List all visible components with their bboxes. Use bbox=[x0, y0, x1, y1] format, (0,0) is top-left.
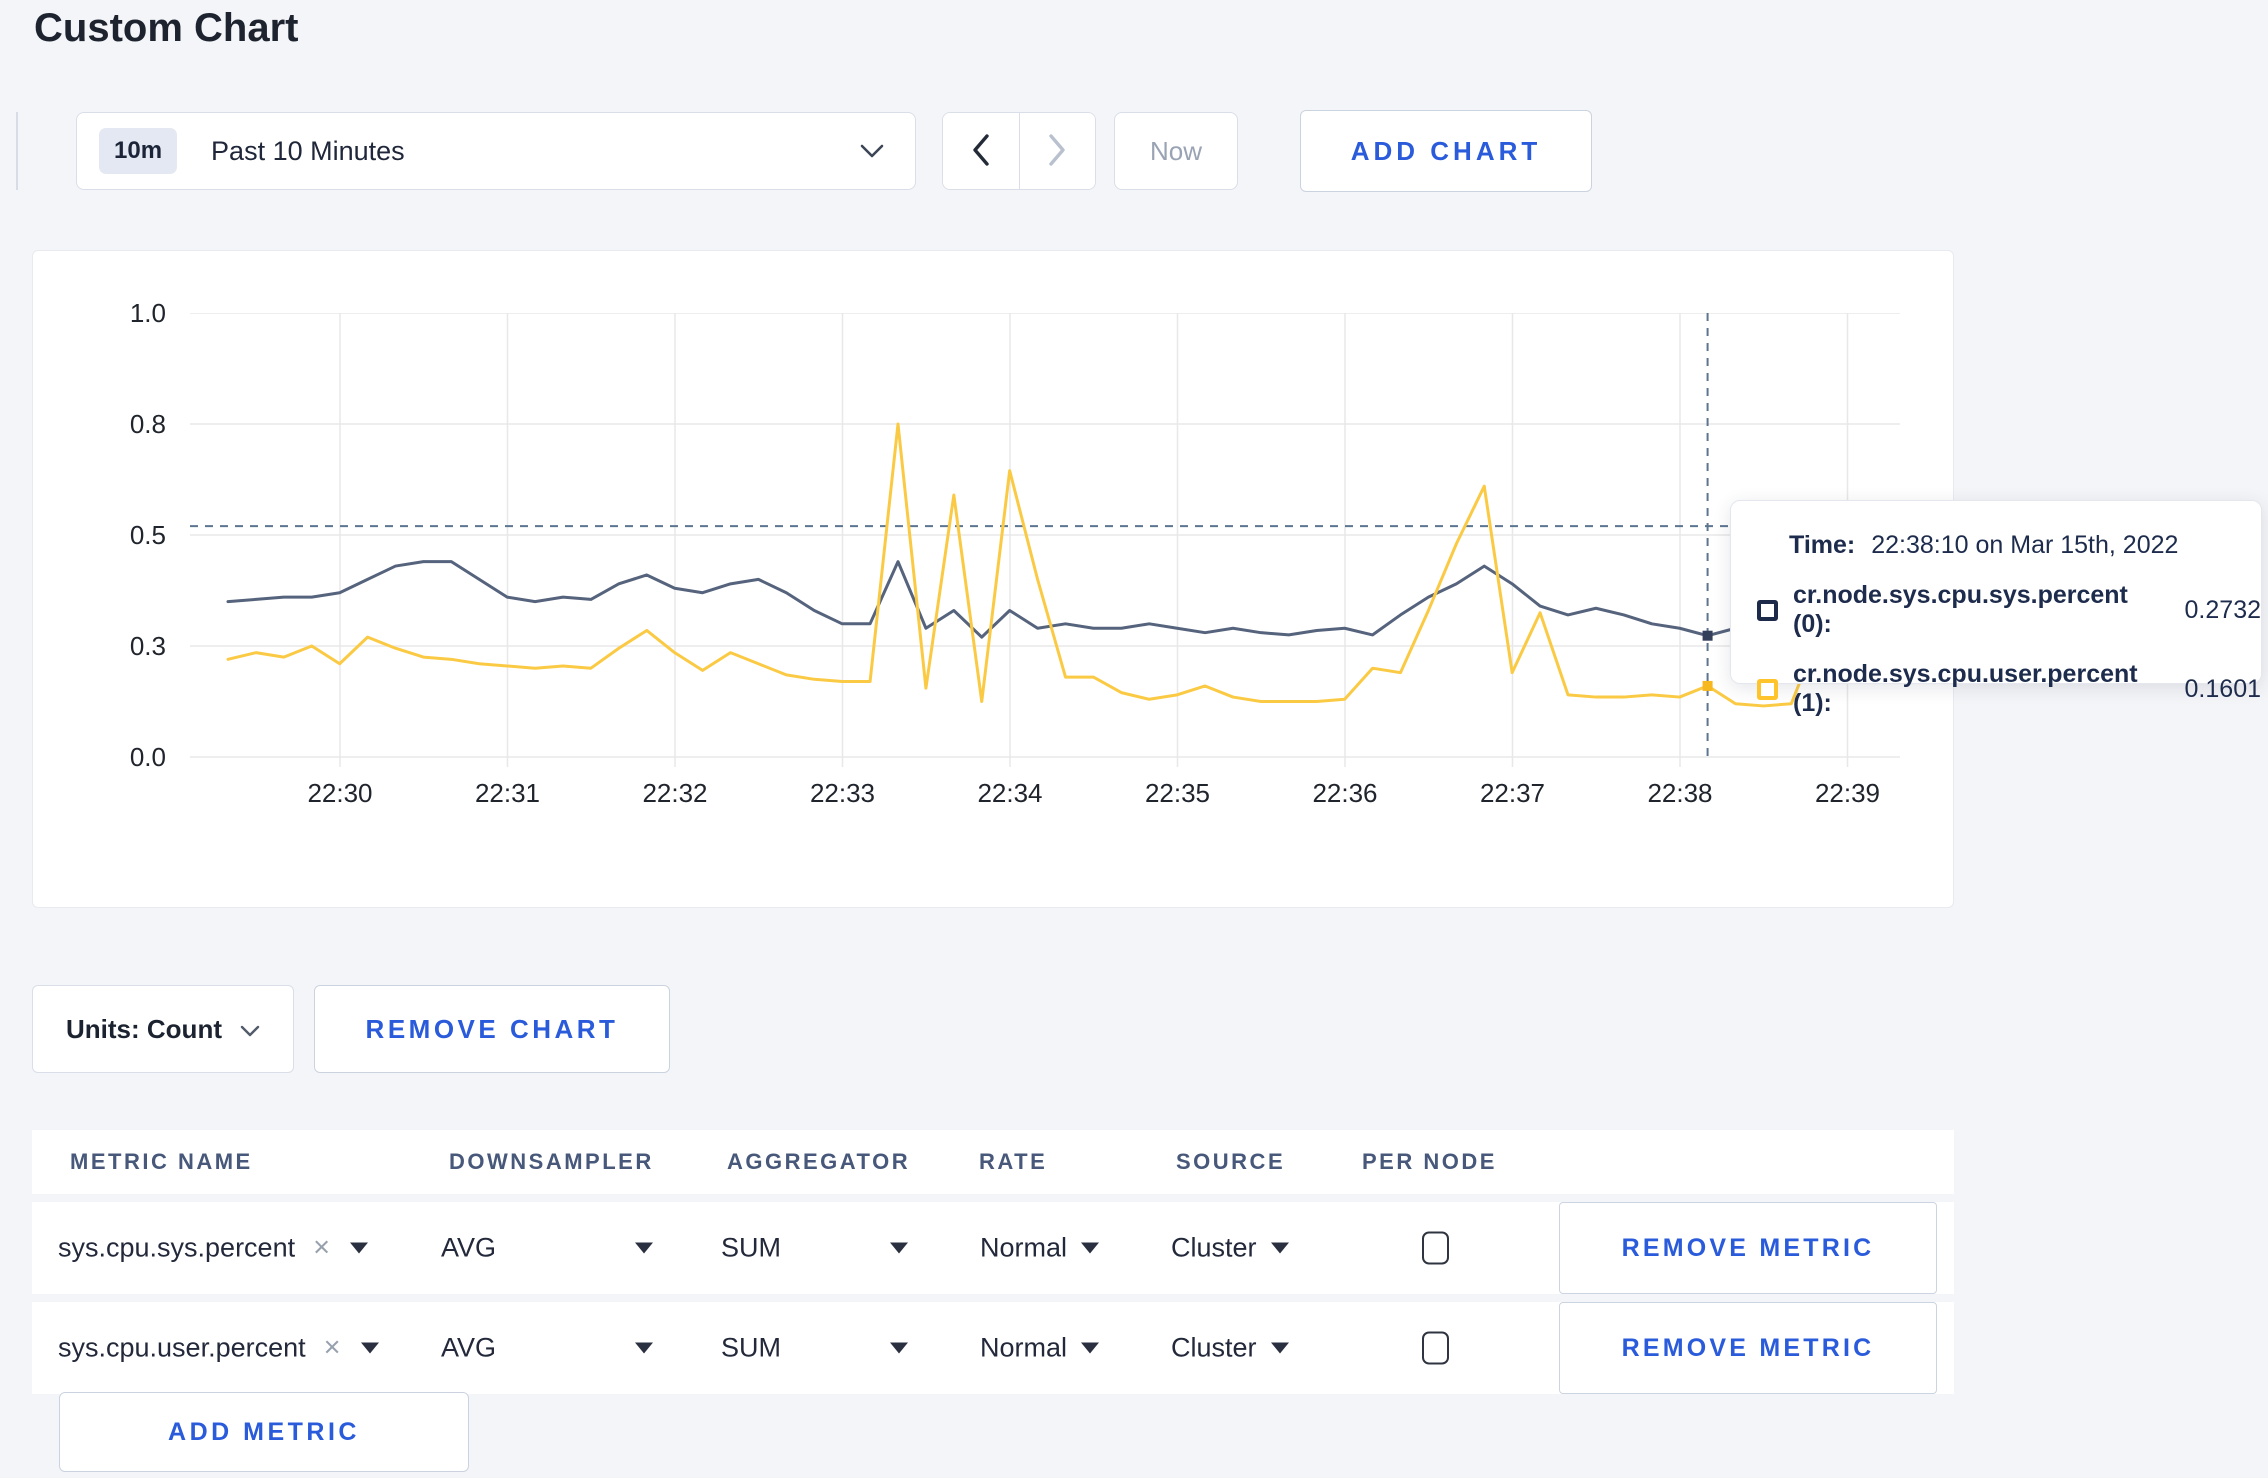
units-label: Units: Count bbox=[66, 1013, 222, 1044]
y-axis-tick: 0.5 bbox=[129, 520, 166, 550]
x-axis-tick: 22:36 bbox=[1312, 778, 1378, 808]
prev-time-button[interactable] bbox=[943, 113, 1020, 189]
caret-down-icon[interactable] bbox=[350, 1242, 369, 1254]
table-row: sys.cpu.sys.percent × AVG SUM Normal Clu… bbox=[32, 1202, 1954, 1294]
downsampler-select[interactable]: AVG bbox=[441, 1233, 653, 1264]
remove-metric-button[interactable]: REMOVE METRIC bbox=[1559, 1202, 1937, 1294]
rate-value: Normal bbox=[980, 1232, 1068, 1263]
metric-name-select[interactable]: sys.cpu.user.percent × bbox=[58, 1332, 379, 1365]
tooltip-series-row: cr.node.sys.cpu.sys.percent (0): 0.2732 bbox=[1757, 581, 2261, 639]
x-axis-tick: 22:37 bbox=[1479, 778, 1546, 808]
x-axis-tick: 22:35 bbox=[1144, 778, 1211, 808]
add-metric-button[interactable]: ADD METRIC bbox=[59, 1392, 469, 1472]
time-nav-group bbox=[942, 112, 1096, 190]
x-axis-tick: 22:33 bbox=[809, 778, 876, 808]
tooltip-series-row: cr.node.sys.cpu.user.percent (1): 0.1601 bbox=[1757, 660, 2261, 718]
caret-down-icon bbox=[635, 1242, 653, 1254]
time-range-label: Past 10 Minutes bbox=[211, 135, 405, 166]
aggregator-select[interactable]: SUM bbox=[721, 1233, 908, 1264]
rate-select[interactable]: Normal bbox=[980, 1332, 1100, 1364]
col-header-metric-name: METRIC NAME bbox=[70, 1149, 253, 1174]
caret-down-icon bbox=[1081, 1342, 1100, 1354]
x-axis-tick: 22:34 bbox=[977, 778, 1043, 808]
rate-value: Normal bbox=[980, 1332, 1068, 1363]
clear-metric-icon[interactable]: × bbox=[324, 1332, 341, 1365]
sys-series-swatch-icon bbox=[1757, 599, 1778, 621]
source-select[interactable]: Cluster bbox=[1171, 1333, 1289, 1364]
per-node-checkbox[interactable] bbox=[1422, 1331, 1449, 1365]
col-header-source: SOURCE bbox=[1176, 1149, 1286, 1174]
source-value: Cluster bbox=[1171, 1332, 1257, 1363]
x-axis-tick: 22:32 bbox=[642, 778, 708, 808]
page-title: Custom Chart bbox=[34, 6, 299, 50]
source-select[interactable]: Cluster bbox=[1171, 1233, 1289, 1264]
now-button[interactable]: Now bbox=[1114, 112, 1238, 190]
metric-name-value: sys.cpu.sys.percent bbox=[58, 1232, 296, 1263]
time-range-select[interactable]: 10m Past 10 Minutes bbox=[76, 112, 916, 190]
chart-x-axis: 22:30 22:31 22:32 22:33 22:34 22:35 22:36 22:37… bbox=[190, 778, 1900, 814]
col-header-per-node: PER NODE bbox=[1362, 1149, 1497, 1174]
chevron-right-icon bbox=[1046, 133, 1068, 170]
chart-hover-tooltip: Time: 22:38:10 on Mar 15th, 2022 cr.node.… bbox=[1730, 500, 2262, 717]
metric-name-select[interactable]: sys.cpu.sys.percent × bbox=[58, 1232, 369, 1265]
y-axis-tick: 0.8 bbox=[129, 409, 166, 439]
remove-metric-button[interactable]: REMOVE METRIC bbox=[1559, 1302, 1937, 1394]
tooltip-time-value: 22:38:10 on Mar 15th, 2022 bbox=[1871, 531, 2179, 559]
remove-chart-button[interactable]: REMOVE CHART bbox=[314, 985, 670, 1073]
user-series-swatch-icon bbox=[1757, 678, 1778, 700]
caret-down-icon bbox=[890, 1242, 908, 1254]
tooltip-time-row: Time: 22:38:10 on Mar 15th, 2022 bbox=[1789, 531, 2261, 560]
tooltip-metric-value: 0.1601 bbox=[2184, 674, 2261, 703]
y-axis-tick: 0.0 bbox=[129, 742, 166, 772]
chevron-left-icon bbox=[970, 133, 992, 170]
col-header-aggregator: AGGREGATOR bbox=[727, 1149, 911, 1174]
toolbar-divider bbox=[16, 112, 18, 190]
aggregator-select[interactable]: SUM bbox=[721, 1333, 908, 1364]
metrics-table-header: METRIC NAME DOWNSAMPLER AGGREGATOR RATE … bbox=[32, 1130, 1954, 1194]
downsampler-select[interactable]: AVG bbox=[441, 1333, 653, 1364]
tooltip-time-label: Time: bbox=[1789, 531, 1856, 559]
caret-down-icon[interactable] bbox=[360, 1342, 379, 1354]
units-select[interactable]: Units: Count bbox=[32, 985, 294, 1073]
tooltip-metric-label: cr.node.sys.cpu.user.percent (1): bbox=[1793, 660, 2138, 717]
caret-down-icon bbox=[635, 1342, 653, 1354]
source-value: Cluster bbox=[1171, 1232, 1257, 1263]
y-axis-tick: 1.0 bbox=[129, 298, 166, 328]
tooltip-metric-value: 0.2732 bbox=[2184, 595, 2261, 624]
next-time-button[interactable] bbox=[1019, 113, 1095, 189]
x-axis-tick: 22:31 bbox=[474, 778, 541, 808]
clear-metric-icon[interactable]: × bbox=[313, 1232, 330, 1265]
chart-y-axis: 0.0 0.3 0.5 0.8 1.0 bbox=[70, 298, 166, 772]
time-range-badge: 10m bbox=[99, 128, 178, 174]
x-axis-tick: 22:30 bbox=[307, 778, 373, 808]
x-axis-tick: 22:38 bbox=[1647, 778, 1713, 808]
caret-down-icon bbox=[1081, 1242, 1100, 1254]
caret-down-icon bbox=[890, 1342, 908, 1354]
add-chart-button[interactable]: ADD CHART bbox=[1300, 110, 1592, 192]
y-axis-tick: 0.3 bbox=[129, 631, 166, 661]
col-header-downsampler: DOWNSAMPLER bbox=[449, 1149, 654, 1174]
line-chart bbox=[190, 312, 1900, 767]
downsampler-value: AVG bbox=[441, 1232, 497, 1263]
chart-plot-area[interactable] bbox=[190, 312, 1900, 769]
table-row: sys.cpu.user.percent × AVG SUM Normal Cl… bbox=[32, 1302, 1954, 1394]
rate-select[interactable]: Normal bbox=[980, 1232, 1100, 1264]
x-axis-tick: 22:39 bbox=[1814, 778, 1881, 808]
aggregator-value: SUM bbox=[721, 1232, 781, 1263]
caret-down-icon bbox=[1270, 1342, 1289, 1354]
chevron-down-icon bbox=[859, 142, 885, 165]
downsampler-value: AVG bbox=[441, 1332, 497, 1363]
chevron-down-icon bbox=[240, 1014, 260, 1045]
per-node-checkbox[interactable] bbox=[1422, 1231, 1449, 1265]
tooltip-metric-label: cr.node.sys.cpu.sys.percent (0): bbox=[1793, 581, 2128, 638]
col-header-rate: RATE bbox=[979, 1149, 1048, 1174]
caret-down-icon bbox=[1270, 1242, 1289, 1254]
metric-name-value: sys.cpu.user.percent bbox=[58, 1332, 306, 1363]
aggregator-value: SUM bbox=[721, 1332, 781, 1363]
